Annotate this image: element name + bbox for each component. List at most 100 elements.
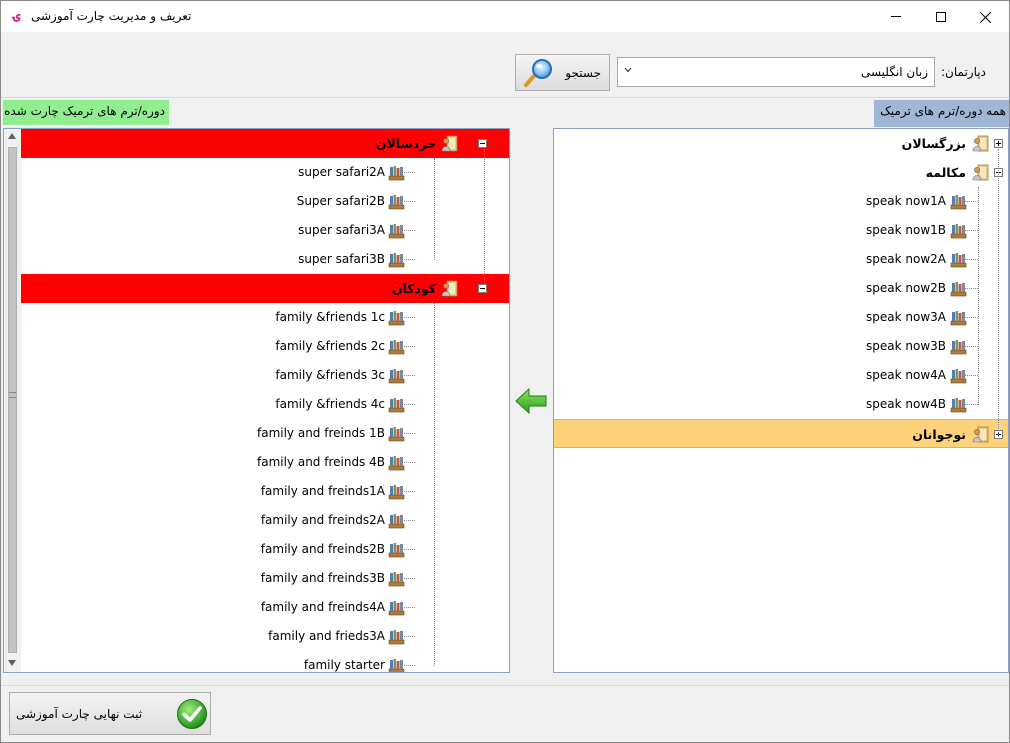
- main-window: ۍ تعریف و مدیریت چارت آموزشی دپارتمان: ز…: [0, 0, 1010, 743]
- final-submit-label: ثبت نهایی چارت آموزشی: [16, 707, 143, 721]
- books-icon: [950, 224, 967, 239]
- close-button[interactable]: [963, 1, 1009, 32]
- tree-item-label: super safari3A: [298, 223, 385, 237]
- books-icon: [388, 514, 405, 529]
- books-icon: [950, 340, 967, 355]
- tree-guide: [484, 149, 485, 284]
- tree-item-row[interactable]: speak now2B: [554, 274, 1008, 303]
- tree-group-label: بزرگسالان: [901, 136, 966, 151]
- collapse-icon[interactable]: [478, 284, 487, 293]
- tree-item-row[interactable]: family and freinds3B: [21, 564, 509, 593]
- tree-group-label: کودکان: [391, 281, 436, 296]
- tree-group-row[interactable]: بزرگسالان: [554, 129, 1008, 158]
- search-button[interactable]: جستجو: [515, 54, 610, 91]
- window-title: تعریف و مدیریت چارت آموزشی: [31, 9, 192, 23]
- tree-item-label: family and freinds 1B: [256, 426, 385, 440]
- tree-group-row[interactable]: کودکان: [21, 274, 509, 303]
- tree-item-label: family &friends 4c: [275, 397, 385, 411]
- tree-group-row[interactable]: خردسالان: [21, 129, 509, 158]
- tree-item-label: Super safari2B: [296, 194, 385, 208]
- books-icon: [950, 311, 967, 326]
- tree-group-label: خردسالان: [375, 136, 436, 151]
- tree-item-label: family and frieds3A: [268, 629, 385, 643]
- tree-item-label: family and freinds2B: [260, 542, 385, 556]
- tree-item-row[interactable]: speak now1B: [554, 216, 1008, 245]
- tree-item-label: speak now3A: [866, 310, 946, 324]
- tree-group-row[interactable]: مکالمه: [554, 158, 1008, 187]
- books-icon: [388, 166, 405, 181]
- scroll-thumb[interactable]: [8, 147, 17, 653]
- title-bar: ۍ تعریف و مدیریت چارت آموزشی: [1, 1, 1009, 32]
- books-icon: [950, 398, 967, 413]
- books-icon: [388, 456, 405, 471]
- folder-person-icon: [972, 135, 989, 152]
- books-icon: [388, 659, 405, 672]
- tree-item-row[interactable]: family &friends 2c: [21, 332, 509, 361]
- tree-item-label: family &friends 2c: [275, 339, 385, 353]
- chevron-down-icon: [624, 67, 632, 73]
- maximize-button[interactable]: [918, 1, 964, 32]
- tree-item-row[interactable]: super safari3A: [21, 216, 509, 245]
- tree-item-row[interactable]: family &friends 1c: [21, 303, 509, 332]
- tree-item-row[interactable]: family and freinds 4B: [21, 448, 509, 477]
- close-icon: [980, 11, 992, 23]
- books-icon: [388, 369, 405, 384]
- app-icon: ۍ: [13, 8, 21, 23]
- expand-icon[interactable]: [994, 139, 1003, 148]
- scroll-down-icon[interactable]: [8, 660, 16, 666]
- minimize-button[interactable]: [873, 1, 919, 32]
- tree-item-row[interactable]: family and freinds1A: [21, 477, 509, 506]
- tree-item-row[interactable]: speak now3A: [554, 303, 1008, 332]
- tree-guide: [998, 149, 999, 439]
- charted-courses-title: دوره/ترم های ترمیک چارت شده: [3, 100, 169, 125]
- tree-item-row[interactable]: family starter: [21, 651, 509, 672]
- tree-item-row[interactable]: speak now4A: [554, 361, 1008, 390]
- tree-item-row[interactable]: speak now4B: [554, 390, 1008, 419]
- tree-item-row[interactable]: speak now2A: [554, 245, 1008, 274]
- books-icon: [950, 282, 967, 297]
- tree-item-label: family &friends 1c: [275, 310, 385, 324]
- tree-item-label: family &friends 3c: [275, 368, 385, 382]
- tree-item-row[interactable]: super safari3B: [21, 245, 509, 274]
- tree-group-label: مکالمه: [925, 165, 966, 180]
- books-icon: [388, 398, 405, 413]
- tree-item-row[interactable]: family and freinds 1B: [21, 419, 509, 448]
- charted-courses-tree[interactable]: خردسالان super safari2A Super safari2B supe…: [3, 128, 510, 673]
- footer-divider: [1, 685, 1009, 686]
- books-icon: [388, 253, 405, 268]
- tree-item-row[interactable]: family and frieds3A: [21, 622, 509, 651]
- tree-item-label: super safari2A: [298, 165, 385, 179]
- tree-item-label: family and freinds 4B: [256, 455, 385, 469]
- books-icon: [388, 427, 405, 442]
- tree-item-row[interactable]: family &friends 3c: [21, 361, 509, 390]
- department-select[interactable]: زبان انگلیسی: [617, 57, 935, 87]
- folder-person-icon: [972, 426, 989, 443]
- scroll-up-icon[interactable]: [8, 133, 16, 139]
- tree-item-row[interactable]: speak now3B: [554, 332, 1008, 361]
- tree-group-row[interactable]: نوجوانان: [554, 419, 1008, 448]
- books-icon: [388, 630, 405, 645]
- all-courses-tree[interactable]: بزرگسالان مکالمه speak now1A speak now1B spe…: [553, 128, 1009, 673]
- collapse-icon[interactable]: [478, 139, 487, 148]
- green-left-arrow-icon[interactable]: [515, 388, 547, 414]
- green-check-icon: [177, 699, 207, 729]
- tree-item-label: speak now4B: [866, 397, 946, 411]
- tree-item-row[interactable]: speak now1A: [554, 187, 1008, 216]
- tree-item-row[interactable]: Super safari2B: [21, 187, 509, 216]
- tree-item-row[interactable]: family and freinds2B: [21, 535, 509, 564]
- all-courses-title: همه دوره/ترم های ترمیک: [874, 100, 1009, 127]
- books-icon: [388, 485, 405, 500]
- folder-person-icon: [972, 164, 989, 181]
- vertical-scrollbar[interactable]: [4, 129, 21, 672]
- tree-item-row[interactable]: family and freinds4A: [21, 593, 509, 622]
- tree-item-row[interactable]: super safari2A: [21, 158, 509, 187]
- tree-item-row[interactable]: family and freinds2A: [21, 506, 509, 535]
- books-icon: [388, 543, 405, 558]
- tree-item-label: family and freinds3B: [260, 571, 385, 585]
- books-icon: [388, 224, 405, 239]
- tree-item-row[interactable]: family &friends 4c: [21, 390, 509, 419]
- books-icon: [388, 340, 405, 355]
- books-icon: [950, 369, 967, 384]
- final-submit-button[interactable]: ثبت نهایی چارت آموزشی: [9, 692, 211, 735]
- minimize-icon: [891, 16, 901, 17]
